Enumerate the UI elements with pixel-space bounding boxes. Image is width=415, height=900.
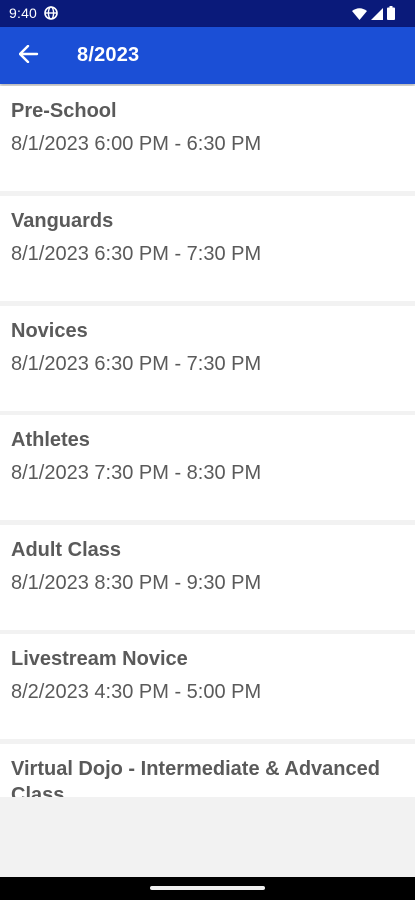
status-icons — [352, 6, 395, 23]
event-time: 8/1/2023 6:30 PM - 7:30 PM — [11, 353, 262, 375]
page-title: 8/2023 — [77, 44, 140, 66]
event-title: Virtual Dojo - Intermediate & Advanced C… — [11, 758, 380, 797]
event-time: 8/1/2023 7:30 PM - 8:30 PM — [11, 462, 262, 484]
navigation-bar — [0, 877, 415, 900]
event-title: Adult Class — [11, 539, 122, 561]
event-time: 8/1/2023 6:00 PM - 6:30 PM — [11, 133, 262, 155]
event-card[interactable]: Virtual Dojo - Intermediate & Advanced C… — [0, 744, 415, 797]
event-time: 8/1/2023 6:30 PM - 7:30 PM — [11, 243, 262, 265]
arrow-back-icon — [18, 44, 39, 68]
event-list[interactable]: Pre-School 8/1/2023 6:00 PM - 6:30 PM Va… — [0, 86, 415, 797]
event-title: Athletes — [11, 429, 90, 451]
event-card[interactable]: Novices 8/1/2023 6:30 PM - 7:30 PM — [0, 306, 415, 411]
event-card[interactable]: Adult Class 8/1/2023 8:30 PM - 9:30 PM — [0, 525, 415, 630]
globe-icon — [44, 6, 58, 20]
event-time: 8/2/2023 4:30 PM - 5:00 PM — [11, 681, 262, 703]
event-title: Vanguards — [11, 210, 114, 232]
app-bar: 8/2023 — [0, 27, 415, 84]
event-card[interactable]: Athletes 8/1/2023 7:30 PM - 8:30 PM — [0, 415, 415, 520]
event-time: 8/1/2023 8:30 PM - 9:30 PM — [11, 572, 262, 594]
home-indicator[interactable] — [150, 886, 265, 890]
event-card[interactable]: Vanguards 8/1/2023 6:30 PM - 7:30 PM — [0, 196, 415, 301]
back-button[interactable] — [14, 41, 44, 71]
signal-icon — [371, 7, 383, 23]
event-title: Novices — [11, 320, 88, 342]
event-card[interactable]: Pre-School 8/1/2023 6:00 PM - 6:30 PM — [0, 86, 415, 191]
status-time: 9:40 — [9, 5, 38, 21]
wifi-icon — [352, 7, 367, 23]
event-title: Pre-School — [11, 100, 117, 122]
battery-icon — [387, 6, 395, 23]
event-card[interactable]: Livestream Novice 8/2/2023 4:30 PM - 5:0… — [0, 634, 415, 739]
event-title: Livestream Novice — [11, 648, 188, 670]
status-bar: 9:40 — [0, 0, 415, 27]
